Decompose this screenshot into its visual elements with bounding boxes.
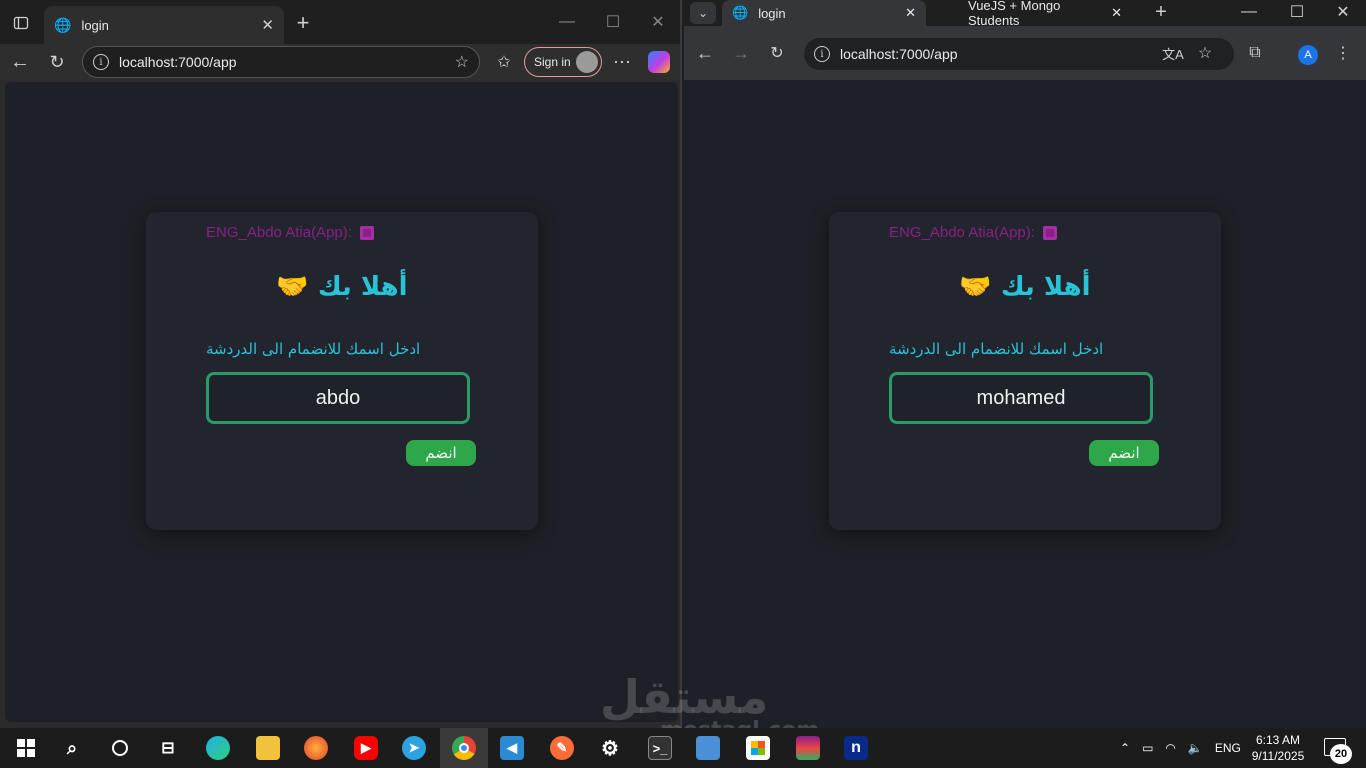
left-browser-window: 🌐 login ✕ + — ☐ ✕ ← ↻ i localhost:7000/a… — [0, 0, 682, 728]
telegram-icon[interactable]: ➤ — [402, 736, 426, 760]
control-panel-icon[interactable] — [696, 736, 720, 760]
right-tab-bar: ⌄ 🌐 login ✕ VueJS + Mongo Students ✕ + —… — [684, 0, 1366, 28]
tab-title: login — [81, 17, 109, 33]
purple-square-icon — [1042, 225, 1057, 240]
watermark-main: مستقل — [600, 670, 769, 724]
search-icon[interactable]: ⌕ — [60, 736, 84, 760]
clock[interactable]: 6:13 AM 9/11/2025 — [1248, 732, 1308, 764]
login-card: ENG_Abdo Atia(App): أهلا بك 🤝 ادخل اسمك … — [146, 212, 538, 530]
url-text: localhost:7000/app — [119, 54, 237, 70]
info-icon[interactable]: i — [814, 46, 830, 62]
copilot-icon[interactable] — [648, 51, 670, 73]
firefox-icon[interactable] — [304, 736, 328, 760]
tab-title: login — [758, 5, 786, 21]
sign-in-label: Sign in — [534, 55, 571, 69]
notification-count-badge: 20 — [1330, 744, 1352, 764]
left-page-content: ENG_Abdo Atia(App): أهلا بك 🤝 ادخل اسمك … — [5, 82, 678, 722]
info-icon[interactable]: i — [93, 54, 109, 70]
refresh-icon[interactable]: ↻ — [766, 42, 788, 64]
favorite-star-icon[interactable]: ☆ — [455, 52, 469, 72]
back-icon[interactable]: ← — [694, 42, 716, 64]
new-tab-button[interactable]: + — [290, 10, 316, 36]
task-view-icon[interactable]: ⊟ — [156, 736, 180, 760]
join-prompt: ادخل اسمك للانضمام الى الدردشة — [206, 340, 421, 358]
right-toolbar: ← → ↻ i localhost:7000/app 文A ☆ ⧉ ⋮ — [684, 26, 1366, 80]
windows-start-icon[interactable] — [14, 736, 38, 760]
left-tab-bar: 🌐 login ✕ + — ☐ ✕ — [0, 0, 680, 44]
join-button[interactable]: انضم — [406, 440, 476, 466]
settings-icon[interactable]: ⚙ — [598, 736, 622, 760]
wifi-icon[interactable]: ◠ — [1165, 741, 1175, 755]
login-card: ENG_Abdo Atia(App): أهلا بك 🤝 ادخل اسمك … — [829, 212, 1221, 530]
desktop: 🌐 login ✕ + — ☐ ✕ ← ↻ i localhost:7000/a… — [0, 0, 1366, 768]
close-tab-icon[interactable]: ✕ — [261, 16, 274, 34]
welcome-heading: أهلا بك 🤝 — [959, 272, 1091, 302]
more-menu-icon[interactable]: ⋮ — [1332, 42, 1354, 64]
extensions-icon[interactable]: ⧉ — [1244, 42, 1266, 64]
clock-date: 9/11/2025 — [1251, 749, 1305, 763]
credit-text: ENG_Abdo Atia(App): — [889, 224, 1035, 241]
tab-actions-icon[interactable] — [8, 10, 34, 36]
taskbar: ⌕ ⊟ ▶ ➤ ◀ ✎ ⚙ >_ n ⌃ ▭ ◠ 🔈 ENG 6:13 AM 9… — [0, 728, 1366, 768]
close-window-icon[interactable]: ✕ — [1332, 1, 1354, 23]
close-tab-icon[interactable]: ✕ — [905, 5, 916, 21]
tab-vuejs-students[interactable]: VueJS + Mongo Students ✕ — [932, 0, 1132, 28]
credit-label: ENG_Abdo Atia(App): — [889, 224, 1057, 241]
profile-avatar-icon — [576, 51, 598, 73]
clock-time: 6:13 AM — [1255, 733, 1301, 747]
file-explorer-icon[interactable] — [256, 736, 280, 760]
postman-icon[interactable]: ✎ — [550, 736, 574, 760]
minimize-icon[interactable]: — — [1238, 1, 1260, 23]
join-button[interactable]: انضم — [1089, 440, 1159, 466]
maximize-icon[interactable]: ☐ — [1286, 1, 1308, 23]
translate-icon[interactable]: 文A — [1162, 42, 1184, 64]
close-window-icon[interactable]: ✕ — [646, 10, 670, 34]
welcome-heading: أهلا بك 🤝 — [276, 272, 408, 302]
edge-icon[interactable] — [206, 736, 230, 760]
show-hidden-icons-icon[interactable]: ⌃ — [1120, 741, 1130, 755]
globe-icon: 🌐 — [732, 5, 749, 20]
new-tab-button[interactable]: + — [1150, 1, 1172, 23]
back-icon[interactable]: ← — [8, 50, 32, 74]
right-browser-window: ⌄ 🌐 login ✕ VueJS + Mongo Students ✕ + —… — [684, 0, 1366, 728]
bookmark-star-icon[interactable]: ☆ — [1194, 42, 1216, 64]
winrar-icon[interactable] — [796, 736, 820, 760]
forward-icon[interactable]: → — [730, 42, 752, 64]
url-text: localhost:7000/app — [840, 46, 958, 62]
language-indicator[interactable]: ENG — [1215, 741, 1241, 755]
globe-icon: 🌐 — [54, 16, 72, 33]
tab-login[interactable]: 🌐 login ✕ — [722, 0, 926, 26]
minimize-icon[interactable]: — — [555, 10, 579, 34]
favorites-icon[interactable]: ✩ — [492, 50, 516, 74]
maximize-icon[interactable]: ☐ — [601, 10, 625, 34]
sign-in-button[interactable]: Sign in — [524, 47, 602, 77]
terminal-icon[interactable]: >_ — [648, 736, 672, 760]
store-icon[interactable] — [746, 736, 770, 760]
cortana-icon[interactable] — [108, 736, 132, 760]
right-page-content: ENG_Abdo Atia(App): أهلا بك 🤝 ادخل اسمك … — [684, 80, 1366, 728]
volume-icon[interactable]: 🔈 — [1188, 741, 1203, 755]
youtube-icon[interactable]: ▶ — [354, 736, 378, 760]
tab-search-icon[interactable]: ⌄ — [690, 2, 716, 24]
name-input[interactable] — [206, 372, 470, 424]
purple-square-icon — [359, 225, 374, 240]
tab-login[interactable]: 🌐 login ✕ — [44, 6, 284, 44]
refresh-icon[interactable]: ↻ — [45, 50, 69, 74]
join-prompt: ادخل اسمك للانضمام الى الدردشة — [889, 340, 1104, 358]
more-menu-icon[interactable]: ⋯ — [610, 50, 634, 74]
system-tray: ⌃ ▭ ◠ 🔈 ENG — [1120, 728, 1241, 768]
battery-icon[interactable]: ▭ — [1142, 741, 1153, 755]
left-toolbar: ← ↻ i localhost:7000/app ☆ ✩ Sign in ⋯ — [0, 44, 680, 80]
close-tab-icon[interactable]: ✕ — [1111, 5, 1122, 21]
tab-title: VueJS + Mongo Students — [968, 0, 1061, 28]
vscode-icon[interactable]: ◀ — [500, 736, 524, 760]
chrome-icon[interactable] — [452, 736, 476, 760]
profile-avatar[interactable]: A — [1298, 45, 1318, 65]
name-input[interactable] — [889, 372, 1153, 424]
address-bar[interactable]: i localhost:7000/app ☆ — [82, 46, 480, 78]
credit-text: ENG_Abdo Atia(App): — [206, 224, 352, 241]
credit-label: ENG_Abdo Atia(App): — [206, 224, 374, 241]
notion-icon[interactable]: n — [844, 736, 868, 760]
